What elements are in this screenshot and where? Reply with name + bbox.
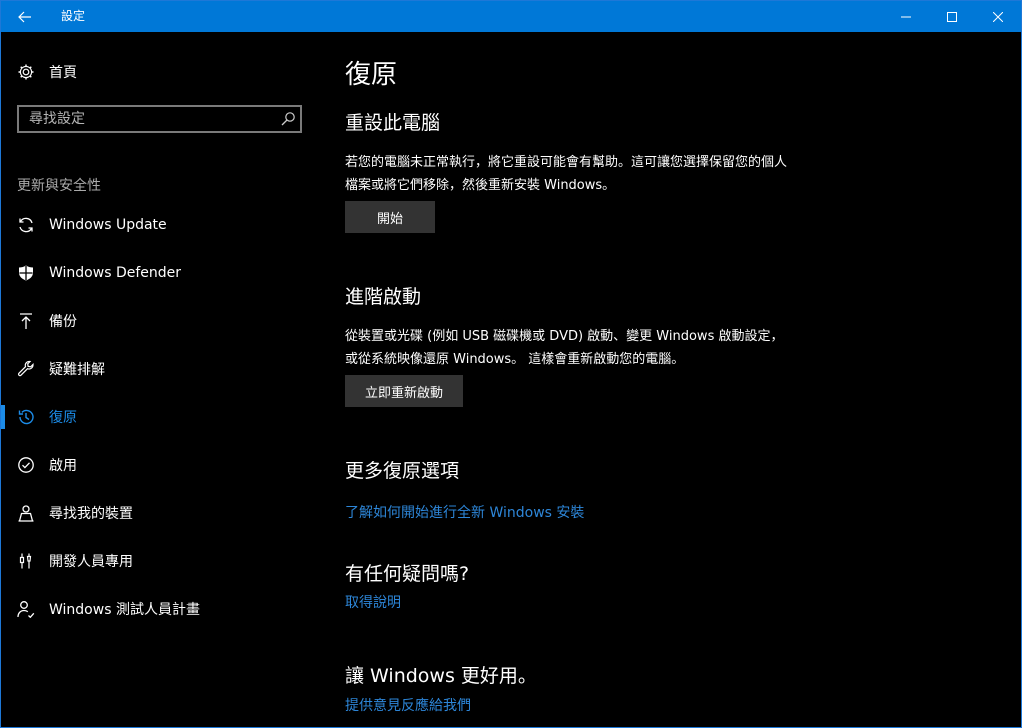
person-location-icon [17,504,35,522]
shield-icon [17,264,35,282]
check-circle-icon [17,456,35,474]
sidebar-item-label: 備份 [49,314,77,330]
get-help-link[interactable]: 取得說明 [345,592,401,612]
gear-icon [18,64,34,80]
settings-window: 設定 首頁 更新與安全性 [0,0,1022,728]
history-icon [17,408,35,426]
sidebar-item-label: 復原 [49,410,77,426]
search-icon[interactable] [280,111,296,127]
search-input[interactable] [19,107,289,131]
search-box[interactable] [17,105,302,133]
minimize-button[interactable] [883,1,929,32]
window-title: 設定 [61,9,86,23]
advanced-startup-heading: 進階啟動 [345,286,422,308]
more-recovery-heading: 更多復原選項 [345,460,460,482]
sidebar-item-windows-insider[interactable]: Windows 測試人員計畫 [1,585,321,633]
advanced-startup-description: 從裝置或光碟 (例如 USB 磁碟機或 DVD) 啟動、變更 Windows 啟… [345,329,784,367]
sidebar-item-label: Windows 測試人員計畫 [49,602,200,618]
page-title: 復原 [345,60,398,90]
sync-icon [17,216,35,234]
backup-arrow-icon [17,312,35,330]
developer-tools-icon [17,552,35,570]
title-bar: 設定 [1,1,1021,32]
feedback-heading: 讓 Windows 更好用。 [345,665,537,687]
close-button[interactable] [975,1,1021,32]
fresh-install-link[interactable]: 了解如何開始進行全新 Windows 安裝 [345,502,584,522]
insider-person-icon [17,600,35,618]
sidebar-item-find-my-device[interactable]: 尋找我的裝置 [1,489,321,537]
sidebar-item-label: 疑難排解 [49,362,105,378]
give-feedback-link[interactable]: 提供意見反應給我們 [345,695,471,715]
sidebar-item-windows-update[interactable]: Windows Update [1,201,321,249]
maximize-button[interactable] [929,1,975,32]
section-heading: 更新與安全性 [17,178,101,194]
sidebar-item-for-developers[interactable]: 開發人員專用 [1,537,321,585]
wrench-icon [17,360,35,378]
reset-heading: 重設此電腦 [345,112,441,134]
close-icon [993,11,1003,22]
minimize-icon [901,16,911,17]
sidebar-item-recovery[interactable]: 復原 [1,393,321,441]
main-content: 復原 重設此電腦 若您的電腦未正常執行，將它重設可能會有幫助。這可讓您選擇保留您… [345,32,1021,727]
sidebar-item-label: 尋找我的裝置 [49,506,133,522]
back-button[interactable] [1,1,49,32]
sidebar-nav: Windows Update Windows Defender 備份 疑難排解 [1,201,321,633]
home-label: 首頁 [49,65,77,81]
sidebar-item-troubleshoot[interactable]: 疑難排解 [1,345,321,393]
restart-now-button[interactable]: 立即重新啟動 [345,375,463,407]
sidebar-item-backup[interactable]: 備份 [1,297,321,345]
sidebar: 首頁 更新與安全性 Windows Update Windows Defend [1,32,321,727]
back-arrow-icon [18,11,31,22]
sidebar-item-label: Windows Defender [49,265,182,281]
sidebar-item-label: 開發人員專用 [49,554,133,570]
home-link[interactable]: 首頁 [17,60,77,84]
sidebar-item-label: 啟用 [49,458,77,474]
reset-start-button[interactable]: 開始 [345,201,435,233]
reset-description: 若您的電腦未正常執行，將它重設可能會有幫助。這可讓您選擇保留您的個人檔案或將它們… [345,155,788,193]
sidebar-item-label: Windows Update [49,217,167,233]
sidebar-item-activation[interactable]: 啟用 [1,441,321,489]
maximize-icon [947,11,957,22]
questions-heading: 有任何疑問嗎? [345,563,470,585]
sidebar-item-windows-defender[interactable]: Windows Defender [1,249,321,297]
